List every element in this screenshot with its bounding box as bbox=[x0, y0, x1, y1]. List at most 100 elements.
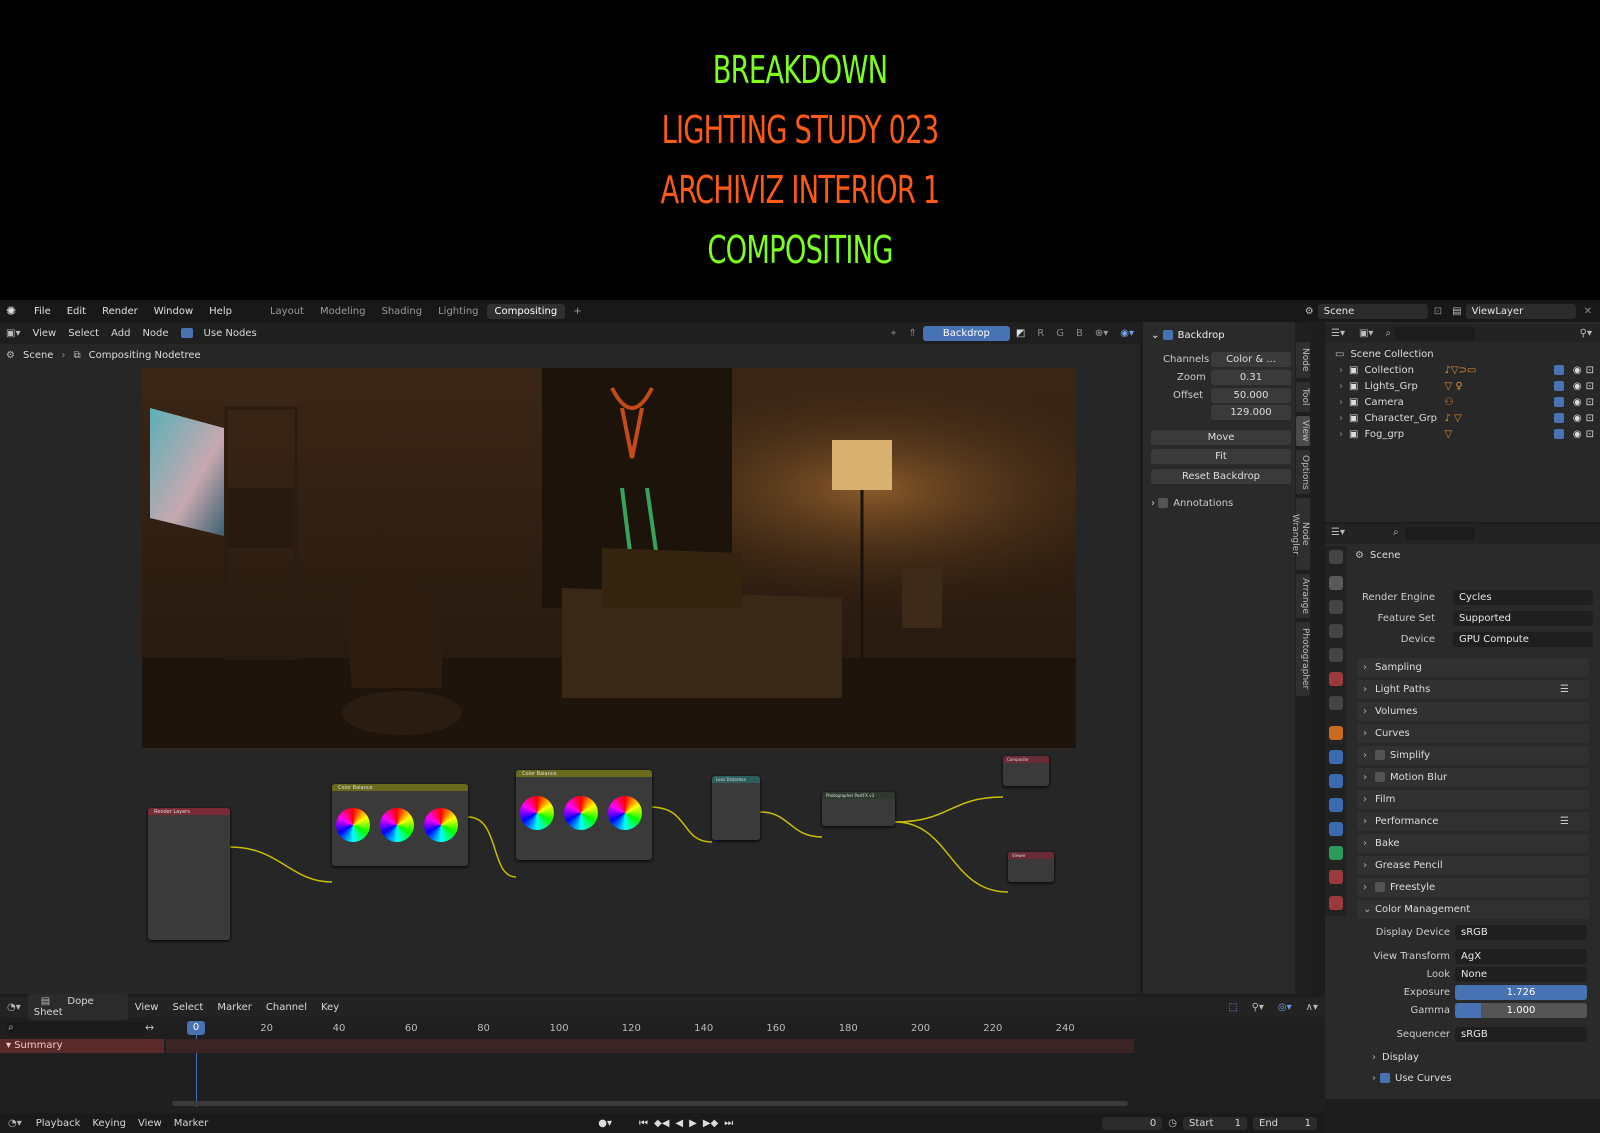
view-layer-tab-icon[interactable] bbox=[1329, 624, 1343, 638]
color-wheel-offset[interactable] bbox=[520, 796, 554, 830]
display-subsection[interactable]: › Display bbox=[1372, 1052, 1419, 1063]
summary-channel[interactable]: ▾ Summary bbox=[0, 1039, 164, 1053]
tool-tab-icon[interactable] bbox=[1329, 550, 1343, 564]
next-keyframe-icon[interactable]: ▶◆ bbox=[700, 1118, 721, 1129]
collection-tab-icon[interactable] bbox=[1329, 696, 1343, 710]
menu-render[interactable]: Render bbox=[94, 306, 146, 317]
outliner-item-collection[interactable]: › ▣ Collection ♪▽⊃▭ ◉ ⊡ bbox=[1325, 362, 1600, 378]
material-tab-icon[interactable] bbox=[1329, 870, 1343, 884]
visibility-eye-icon[interactable]: ◉ bbox=[1573, 413, 1582, 424]
section-film[interactable]: › Film bbox=[1357, 790, 1589, 809]
section-color-management[interactable]: ⌄ Color Management bbox=[1357, 900, 1589, 919]
section-simplify[interactable]: › Simplify bbox=[1357, 746, 1589, 765]
constraints-tab-icon[interactable] bbox=[1329, 822, 1343, 836]
sidebar-tab-arrange[interactable]: Arrange bbox=[1296, 574, 1310, 618]
section-sampling[interactable]: › Sampling bbox=[1357, 658, 1589, 677]
channels-dropdown[interactable]: Color & ... bbox=[1211, 352, 1291, 367]
add-workspace-button[interactable]: + bbox=[565, 304, 589, 319]
playback-menu[interactable]: Playback bbox=[30, 1118, 87, 1129]
clock-icon[interactable]: ◷ bbox=[1162, 1118, 1183, 1129]
fit-button[interactable]: Fit bbox=[1151, 449, 1291, 464]
object-tab-icon[interactable] bbox=[1329, 726, 1343, 740]
offset-x-field[interactable]: 50.000 bbox=[1211, 388, 1291, 403]
color-wheel-lift[interactable] bbox=[336, 808, 370, 842]
simplify-checkbox[interactable] bbox=[1375, 750, 1385, 760]
modifier-tab-icon[interactable] bbox=[1329, 750, 1343, 764]
node-color-balance-2[interactable]: Color Balance bbox=[516, 770, 652, 860]
search-icon[interactable]: ⌕ bbox=[1393, 527, 1399, 538]
look-dropdown[interactable]: None bbox=[1455, 967, 1587, 982]
editor-type-icon[interactable]: ◔▾ bbox=[0, 1118, 30, 1129]
jump-start-icon[interactable]: ⏮ bbox=[636, 1118, 651, 1129]
outliner-item-lights[interactable]: › ▣ Lights_Grp ▽ ♀ ◉ ⊡ bbox=[1325, 378, 1600, 394]
sidebar-tab-view[interactable]: View bbox=[1296, 416, 1310, 446]
tab-layout[interactable]: Layout bbox=[262, 304, 312, 319]
keying-menu[interactable]: Keying bbox=[86, 1118, 132, 1129]
color-wheel-gamma[interactable] bbox=[380, 808, 414, 842]
horizontal-scrollbar[interactable] bbox=[172, 1101, 1128, 1106]
section-light-paths[interactable]: › Light Paths ☰ bbox=[1357, 680, 1589, 699]
sidebar-tab-node-wrangler[interactable]: Node Wrangler bbox=[1290, 498, 1310, 570]
view-menu[interactable]: View bbox=[132, 1118, 168, 1129]
menu-window[interactable]: Window bbox=[146, 306, 201, 317]
sidebar-tab-node[interactable]: Node bbox=[1296, 342, 1310, 378]
section-grease-pencil[interactable]: › Grease Pencil bbox=[1357, 856, 1589, 875]
editor-type-icon[interactable]: ◔▾ bbox=[0, 1002, 28, 1013]
presets-list-icon[interactable]: ☰ bbox=[1560, 812, 1569, 831]
select-tool-icon[interactable]: ⬚ bbox=[1221, 1002, 1244, 1013]
snap-icon[interactable]: ∧▾ bbox=[1299, 1002, 1325, 1013]
annotations-section-header[interactable]: › Annotations bbox=[1151, 498, 1233, 509]
node-color-balance-1[interactable]: Color Balance bbox=[332, 784, 468, 866]
move-button[interactable]: Move bbox=[1151, 430, 1291, 445]
start-frame-field[interactable]: Start 1 bbox=[1183, 1116, 1247, 1130]
visibility-eye-icon[interactable]: ◉ bbox=[1573, 365, 1582, 376]
menu-key[interactable]: Key bbox=[314, 1002, 346, 1013]
section-performance[interactable]: › Performance ☰ bbox=[1357, 812, 1589, 831]
backdrop-checkbox[interactable] bbox=[1162, 330, 1173, 340]
visibility-eye-icon[interactable]: ◉ bbox=[1573, 429, 1582, 440]
render-camera-icon[interactable]: ⊡ bbox=[1586, 429, 1594, 440]
node-viewer[interactable]: Viewer bbox=[1008, 852, 1054, 882]
data-tab-icon[interactable] bbox=[1329, 846, 1343, 860]
tab-shading[interactable]: Shading bbox=[373, 304, 430, 319]
menu-channel[interactable]: Channel bbox=[259, 1002, 314, 1013]
view-layer-icon[interactable]: ▤ bbox=[1452, 306, 1461, 317]
presets-list-icon[interactable]: ☰ bbox=[1560, 680, 1569, 699]
pin-icon[interactable]: ⊡ bbox=[1434, 306, 1442, 317]
current-frame-badge[interactable]: 0 bbox=[187, 1021, 205, 1035]
section-curves[interactable]: › Curves bbox=[1357, 724, 1589, 743]
jump-end-icon[interactable]: ⏭ bbox=[721, 1118, 736, 1129]
freestyle-checkbox[interactable] bbox=[1375, 882, 1385, 892]
swap-icon[interactable]: ↔ bbox=[145, 1021, 154, 1034]
tab-modeling[interactable]: Modeling bbox=[312, 304, 374, 319]
node-editor[interactable]: ▣▾ View Select Add Node Use Nodes ⌖ ⇑ Ba… bbox=[0, 322, 1140, 994]
world-tab-icon[interactable] bbox=[1329, 672, 1343, 686]
exclude-checkbox[interactable] bbox=[1553, 413, 1564, 423]
sidebar-tab-photographer[interactable]: Photographer bbox=[1296, 622, 1310, 696]
mode-dropdown[interactable]: ▤ Dope Sheet bbox=[27, 994, 128, 1020]
render-tab-icon[interactable] bbox=[1329, 576, 1343, 590]
backdrop-section-header[interactable]: ⌄ Backdrop bbox=[1151, 330, 1225, 341]
color-wheel-power[interactable] bbox=[564, 796, 598, 830]
output-tab-icon[interactable] bbox=[1329, 600, 1343, 614]
exposure-slider[interactable]: 1.726 bbox=[1455, 985, 1587, 1000]
display-device-dropdown[interactable]: sRGB bbox=[1455, 925, 1587, 940]
menu-edit[interactable]: Edit bbox=[59, 306, 94, 317]
sidebar-tab-tool[interactable]: Tool bbox=[1296, 382, 1310, 412]
motion-blur-checkbox[interactable] bbox=[1375, 772, 1385, 782]
tab-compositing[interactable]: Compositing bbox=[486, 303, 566, 319]
annotations-checkbox[interactable] bbox=[1158, 498, 1169, 508]
render-engine-dropdown[interactable]: Cycles bbox=[1453, 590, 1593, 605]
exclude-checkbox[interactable] bbox=[1553, 365, 1564, 375]
close-icon[interactable]: ✕ bbox=[1584, 306, 1592, 317]
node-photographer-postfx[interactable]: Photographer PostFX v3 bbox=[822, 792, 895, 826]
funnel-icon[interactable]: ⚲▾ bbox=[1580, 328, 1592, 339]
view-layer-selector[interactable]: ViewLayer bbox=[1465, 303, 1576, 319]
outliner-item-camera[interactable]: › ▣ Camera ⚇ ◉ ⊡ bbox=[1325, 394, 1600, 410]
offset-y-field[interactable]: 129.000 bbox=[1211, 405, 1291, 420]
node-lens-distortion[interactable]: Lens Distortion bbox=[712, 776, 760, 840]
sidebar-tab-options[interactable]: Options bbox=[1296, 450, 1310, 494]
feature-set-dropdown[interactable]: Supported bbox=[1453, 611, 1593, 626]
reset-backdrop-button[interactable]: Reset Backdrop bbox=[1151, 469, 1291, 484]
color-wheel-slope[interactable] bbox=[608, 796, 642, 830]
